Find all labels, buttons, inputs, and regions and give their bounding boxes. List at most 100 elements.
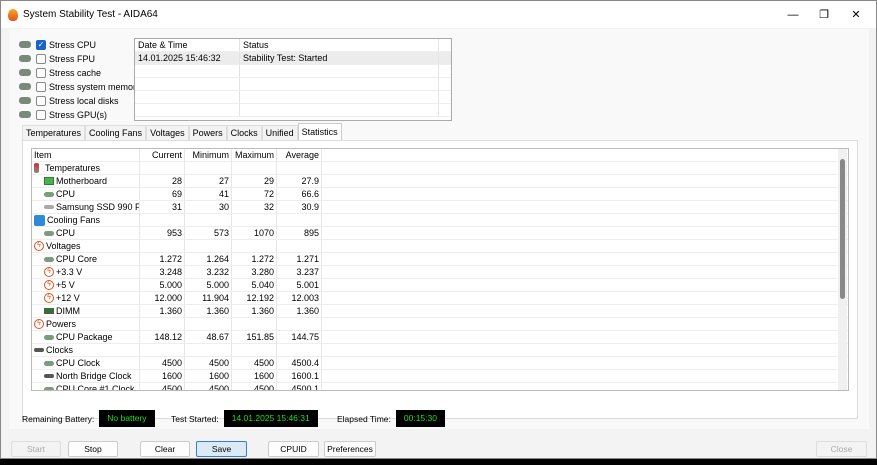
elapsed-label: Elapsed Time: [337, 413, 391, 424]
group-row[interactable]: ϟ Voltages [32, 240, 848, 253]
disk-icon [44, 205, 54, 209]
stress-checkbox[interactable] [36, 67, 46, 78]
current-cell [140, 344, 185, 356]
stress-checkbox[interactable] [36, 53, 46, 64]
table-row[interactable]: Motherboard 28 27 29 27.9 [32, 175, 848, 188]
tab-temperatures[interactable]: Temperatures [22, 125, 86, 140]
clear-button[interactable]: Clear [140, 441, 190, 457]
item-label: Powers [46, 318, 77, 329]
maximum-cell: 32 [232, 201, 277, 213]
group-row[interactable]: ϟ Powers [32, 318, 848, 331]
current-cell: 1.360 [140, 305, 185, 317]
tab-powers[interactable]: Powers [188, 125, 227, 140]
average-cell: 1.271 [277, 253, 322, 265]
save-button[interactable]: Save [196, 441, 247, 457]
table-row[interactable]: North Bridge Clock 1600 1600 1600 1600.1 [32, 370, 848, 383]
item-label: CPU Core #1 Clock [56, 383, 135, 391]
stress-option[interactable]: Stress local disks [19, 94, 119, 107]
maximize-button[interactable]: ❐ [809, 1, 839, 28]
chip-icon [44, 334, 54, 340]
table-row[interactable]: ϟ +12 V 12.000 11.904 12.192 12.003 [32, 292, 848, 305]
average-cell: 895 [277, 227, 322, 239]
table-row[interactable]: ϟ +3.3 V 3.248 3.232 3.280 3.237 [32, 266, 848, 279]
table-row[interactable]: Samsung SSD 990 P... 31 30 32 30.9 [32, 201, 848, 214]
minimum-cell: 48.67 [185, 331, 232, 343]
minimum-cell [185, 318, 232, 330]
minimum-cell: 3.232 [185, 266, 232, 278]
stress-label: Stress system memory [49, 81, 141, 92]
stress-checkbox[interactable] [36, 95, 46, 106]
current-cell: 148.12 [140, 331, 185, 343]
log-row[interactable]: 14.01.2025 15:46:32 Stability Test: Star… [135, 52, 451, 65]
current-cell: 28 [140, 175, 185, 187]
minimum-cell [185, 344, 232, 356]
item-label: North Bridge Clock [56, 370, 132, 381]
header-minimum[interactable]: Minimum [185, 149, 232, 161]
stress-checkbox[interactable] [36, 81, 46, 92]
average-cell: 30.9 [277, 201, 322, 213]
tab-voltages[interactable]: Voltages [146, 125, 189, 140]
disk-icon [19, 97, 31, 104]
maximum-cell: 1.360 [232, 305, 277, 317]
header-current[interactable]: Current [140, 149, 185, 161]
table-row[interactable]: CPU Clock 4500 4500 4500 4500.4 [32, 357, 848, 370]
stress-option[interactable]: Stress system memory [19, 80, 141, 93]
close-button[interactable]: Close [816, 441, 867, 457]
average-cell: 27.9 [277, 175, 322, 187]
table-row[interactable]: CPU Core #1 Clock 4500 4500 4500 4500.1 [32, 383, 848, 391]
chip-icon [44, 256, 54, 262]
tab-unified[interactable]: Unified [261, 125, 298, 140]
table-row[interactable]: CPU Core 1.272 1.264 1.272 1.271 [32, 253, 848, 266]
cpuid-button[interactable]: CPUID [268, 441, 319, 457]
item-cell: Samsung SSD 990 P... [32, 201, 140, 213]
maximum-cell [232, 344, 277, 356]
chip-icon [44, 360, 54, 366]
current-cell: 3.248 [140, 266, 185, 278]
stress-option[interactable]: Stress GPU(s) [19, 108, 107, 121]
clock-icon [44, 374, 54, 378]
log-header: Date & Time Status [135, 39, 451, 52]
table-row[interactable]: ϟ +5 V 5.000 5.000 5.040 5.001 [32, 279, 848, 292]
header-maximum[interactable]: Maximum [232, 149, 277, 161]
window-title: System Stability Test - AIDA64 [23, 9, 158, 20]
minimize-button[interactable]: — [778, 1, 808, 28]
stress-checkbox[interactable] [36, 109, 46, 120]
log-header-status[interactable]: Status [240, 39, 439, 51]
preferences-button[interactable]: Preferences [324, 441, 376, 457]
statistics-panel: Item Current Minimum Maximum Average Tem… [22, 140, 858, 419]
tab-statistics[interactable]: Statistics [297, 123, 342, 140]
stop-button[interactable]: Stop [68, 441, 118, 457]
item-label: Voltages [46, 240, 81, 251]
start-button[interactable]: Start [11, 441, 61, 457]
group-row[interactable]: Cooling Fans [32, 214, 848, 227]
group-row[interactable]: Temperatures [32, 162, 848, 175]
table-row[interactable]: CPU 953 573 1070 895 [32, 227, 848, 240]
item-label: +3.3 V [56, 266, 83, 277]
minimum-cell: 5.000 [185, 279, 232, 291]
table-row[interactable]: CPU Package 148.12 48.67 151.85 144.75 [32, 331, 848, 344]
average-cell: 4500.4 [277, 357, 322, 369]
scrollbar-thumb[interactable] [840, 159, 845, 299]
vertical-scrollbar[interactable] [838, 149, 847, 390]
maximum-cell [232, 214, 277, 226]
stress-option[interactable]: Stress cache [19, 66, 101, 79]
item-cell: ϟ +3.3 V [32, 266, 140, 278]
header-average[interactable]: Average [277, 149, 322, 161]
header-item[interactable]: Item [32, 149, 140, 161]
cpu-chip-icon [19, 41, 31, 48]
tab-cooling-fans[interactable]: Cooling Fans [85, 125, 147, 140]
tab-clocks[interactable]: Clocks [226, 125, 262, 140]
maximum-cell: 1600 [232, 370, 277, 382]
average-cell [277, 214, 322, 226]
stress-option[interactable]: Stress FPU [19, 52, 95, 65]
stress-option[interactable]: ✓ Stress CPU [19, 38, 96, 51]
clock-icon [34, 348, 44, 352]
close-window-button[interactable]: ✕ [841, 1, 871, 28]
table-row[interactable]: DIMM 1.360 1.360 1.360 1.360 [32, 305, 848, 318]
group-row[interactable]: Clocks [32, 344, 848, 357]
log-header-datetime[interactable]: Date & Time [135, 39, 240, 51]
stress-checkbox[interactable]: ✓ [36, 39, 46, 50]
item-label: +12 V [56, 292, 80, 303]
current-cell: 953 [140, 227, 185, 239]
table-row[interactable]: CPU 69 41 72 66.6 [32, 188, 848, 201]
